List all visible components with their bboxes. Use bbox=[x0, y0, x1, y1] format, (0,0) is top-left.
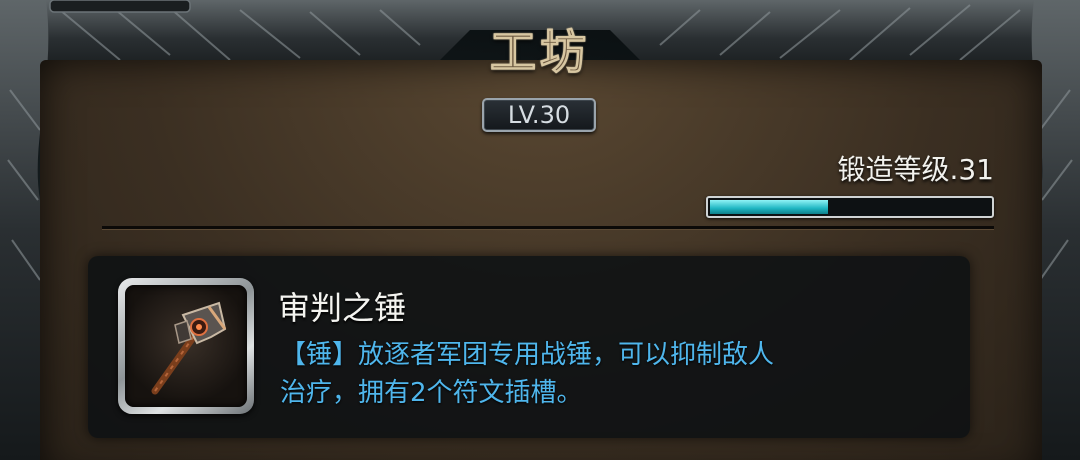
workshop-level-badge: LV.30 bbox=[482, 98, 596, 132]
war-hammer-icon bbox=[151, 301, 227, 395]
item-name: 审判之锤 bbox=[278, 289, 407, 327]
workshop-title: 工坊 bbox=[490, 25, 590, 80]
forging-level-label: 锻造等级.31 bbox=[837, 153, 994, 186]
item-description-line: 【锤】放逐者军团专用战锤，可以抑制敌人 bbox=[280, 340, 775, 370]
item-slot[interactable] bbox=[118, 278, 254, 414]
forging-progress-bar bbox=[706, 196, 994, 218]
section-divider bbox=[102, 226, 994, 229]
item-description: 【锤】放逐者军团专用战锤，可以抑制敌人 治疗，拥有2个符文插槽。 bbox=[280, 336, 940, 426]
forging-progress-fill bbox=[710, 200, 828, 214]
item-description-line: 治疗，拥有2个符文插槽。 bbox=[280, 378, 583, 408]
workshop-screen: 工坊 LV.30 锻造等级.31 审判之锤 【锤】放逐者军团专用战锤，可以抑制敌… bbox=[0, 0, 1080, 460]
item-slot-inner bbox=[125, 285, 247, 407]
